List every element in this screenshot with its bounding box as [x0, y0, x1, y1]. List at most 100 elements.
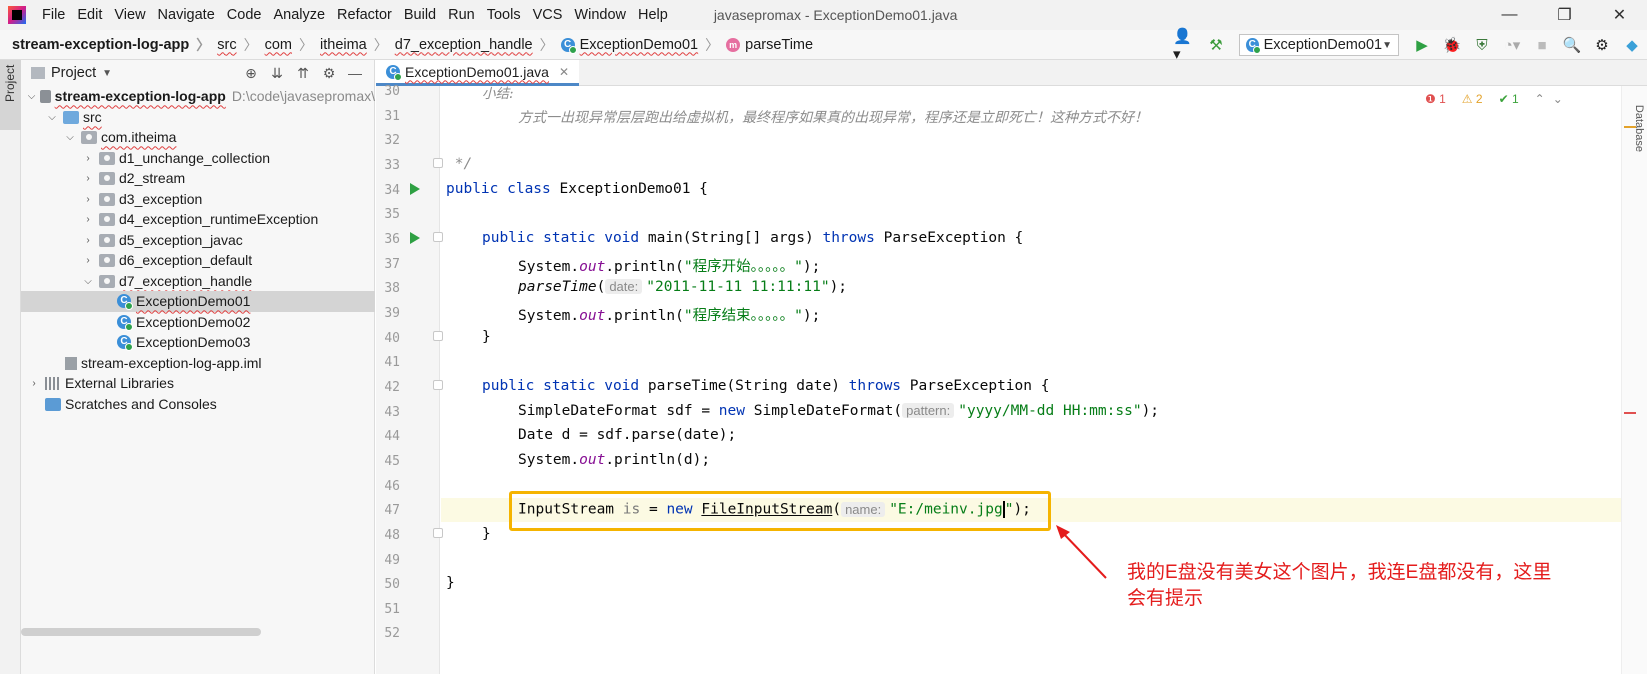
close-window-button[interactable]: ✕ [1592, 0, 1647, 30]
previous-highlight-icon[interactable]: ⌃ [1535, 92, 1545, 106]
tree-item-src[interactable]: ⌵ src [21, 107, 375, 128]
library-icon [45, 376, 61, 390]
code-line-print-end: System.out.println("程序结束。。。。。"); [518, 304, 820, 325]
menu-code[interactable]: Code [221, 0, 268, 30]
fold-icon[interactable] [433, 158, 443, 168]
chevron-right-icon: › [86, 234, 90, 246]
stop-icon[interactable]: ■ [1529, 32, 1555, 58]
java-class-icon: C [117, 294, 133, 311]
fold-icon[interactable] [433, 331, 443, 341]
line-number: 37 [384, 257, 400, 272]
line-number: 34 [384, 183, 400, 198]
menu-vcs[interactable]: VCS [527, 0, 569, 30]
search-icon[interactable]: 🔍 [1559, 32, 1585, 58]
gear-icon[interactable]: ⚙ [1589, 32, 1615, 58]
next-highlight-icon[interactable]: ⌄ [1553, 92, 1563, 106]
build-hammer-icon[interactable]: ⚒ [1203, 32, 1229, 58]
run-icon[interactable]: ▶ [1409, 32, 1435, 58]
run-main-icon[interactable] [410, 232, 420, 244]
tree-item-path: D:\code\javasepromax\ [231, 88, 375, 105]
code-comment-end: */ [446, 156, 473, 172]
breadcrumb-class[interactable]: C ExceptionDemo01 〉 [560, 35, 727, 55]
menu-tools[interactable]: Tools [481, 0, 527, 30]
menu-edit[interactable]: Edit [71, 0, 108, 30]
menu-bar: File Edit View Navigate Code Analyze Ref… [0, 0, 1647, 30]
database-stripe-label[interactable]: Database [1633, 105, 1645, 152]
tree-item-class[interactable]: C ExceptionDemo03 [21, 332, 375, 353]
breadcrumb-src[interactable]: src 〉 [217, 35, 264, 55]
tree-item-scratches[interactable]: Scratches and Consoles [21, 394, 375, 415]
locate-icon[interactable]: ⊕ [238, 63, 264, 83]
tree-item-package[interactable]: › d2_stream [21, 168, 375, 189]
tree-item-project-root[interactable]: ⌵ stream-exception-log-app D:\code\javas… [21, 86, 375, 107]
code-text: ); [1141, 403, 1160, 419]
menu-run[interactable]: Run [442, 0, 481, 30]
menu-navigate[interactable]: Navigate [152, 0, 221, 30]
inspection-status[interactable]: ❶ 1 ⚠ 2 ✔ 1 ⌃ ⌄ [1425, 92, 1571, 106]
menu-file[interactable]: File [36, 0, 71, 30]
tree-item-package[interactable]: › d4_exception_runtimeException [21, 209, 375, 230]
run-class-icon[interactable] [410, 183, 420, 195]
breadcrumb-method[interactable]: m parseTime [726, 37, 813, 53]
menu-build[interactable]: Build [398, 0, 442, 30]
chevron-right-icon: 〉 [299, 36, 313, 53]
tab-exceptiondemo01[interactable]: C ExceptionDemo01.java ✕ [376, 60, 580, 86]
breadcrumb-com-label: com [264, 36, 292, 53]
code-text: ); [802, 259, 821, 275]
tree-item-package[interactable]: ⌵ d7_exception_handle [21, 271, 375, 292]
code-text: main(String[] args) [639, 230, 823, 246]
run-configuration-select[interactable]: C ExceptionDemo01 ▼ [1239, 34, 1399, 56]
close-tab-icon[interactable]: ✕ [559, 65, 569, 79]
menu-analyze[interactable]: Analyze [267, 0, 331, 30]
menu-view[interactable]: View [108, 0, 151, 30]
breadcrumb-project[interactable]: stream-exception-log-app 〉 [12, 35, 217, 55]
breadcrumb-class-label: ExceptionDemo01 [579, 36, 699, 53]
plugin-icon[interactable]: ◆ [1619, 32, 1645, 58]
profile-icon[interactable]: ◔▾ [1499, 32, 1525, 58]
breadcrumb-com[interactable]: com 〉 [265, 35, 320, 55]
fold-icon[interactable] [433, 232, 443, 242]
coverage-icon[interactable]: ⛨ [1469, 32, 1495, 58]
tree-item-package[interactable]: › d5_exception_javac [21, 230, 375, 251]
chevron-right-icon: › [86, 193, 90, 205]
line-number: 47 [384, 503, 400, 518]
tree-item-label: d6_exception_default [119, 252, 253, 269]
menu-help[interactable]: Help [632, 0, 674, 30]
editor-scrollbar[interactable]: Database [1621, 86, 1647, 674]
project-tool-window-button[interactable]: Project [0, 60, 21, 130]
minimize-button[interactable]: — [1482, 0, 1537, 30]
restore-button[interactable]: ❐ [1537, 0, 1592, 30]
java-class-icon: C [1246, 38, 1261, 54]
menu-refactor[interactable]: Refactor [331, 0, 398, 30]
tree-item-iml[interactable]: stream-exception-log-app.iml [21, 353, 375, 374]
error-marker[interactable] [1624, 412, 1636, 414]
intellij-logo-icon[interactable] [8, 6, 26, 24]
fold-icon[interactable] [433, 380, 443, 390]
tree-item-package[interactable]: › d6_exception_default [21, 250, 375, 271]
warning-marker[interactable] [1624, 126, 1636, 128]
fold-icon[interactable] [433, 528, 443, 538]
tree-item-class[interactable]: C ExceptionDemo02 [21, 312, 375, 333]
user-icon[interactable]: 👤▾ [1173, 28, 1199, 63]
code-text: ( [596, 279, 606, 295]
tree-item-package[interactable]: › d3_exception [21, 189, 375, 210]
chevron-right-icon: › [32, 377, 36, 389]
string-literal: "2011-11-11 11:11:11" [646, 279, 830, 295]
tree-item-label: d3_exception [119, 191, 203, 208]
line-number: 42 [384, 380, 400, 395]
menu-window[interactable]: Window [568, 0, 632, 30]
tree-item-com-itheima[interactable]: ⌵ com.itheima [21, 127, 375, 148]
tree-item-class-selected[interactable]: C ExceptionDemo01 [21, 291, 375, 312]
breadcrumb-itheima[interactable]: itheima 〉 [320, 35, 395, 55]
horizontal-scrollbar[interactable] [21, 628, 261, 636]
collapse-all-icon[interactable]: ⇈ [290, 63, 316, 83]
line-number: 40 [384, 331, 400, 346]
tree-item-package[interactable]: › d1_unchange_collection [21, 148, 375, 169]
tree-item-external-libraries[interactable]: › External Libraries [21, 373, 375, 394]
debug-icon[interactable]: 🐞 [1439, 32, 1465, 58]
breadcrumb-src-label: src [217, 36, 237, 53]
expand-all-icon[interactable]: ⇊ [264, 63, 290, 83]
gear-icon[interactable]: ⚙ [316, 63, 342, 83]
hide-icon[interactable]: — [342, 63, 368, 83]
breadcrumb-package[interactable]: d7_exception_handle 〉 [395, 35, 561, 55]
